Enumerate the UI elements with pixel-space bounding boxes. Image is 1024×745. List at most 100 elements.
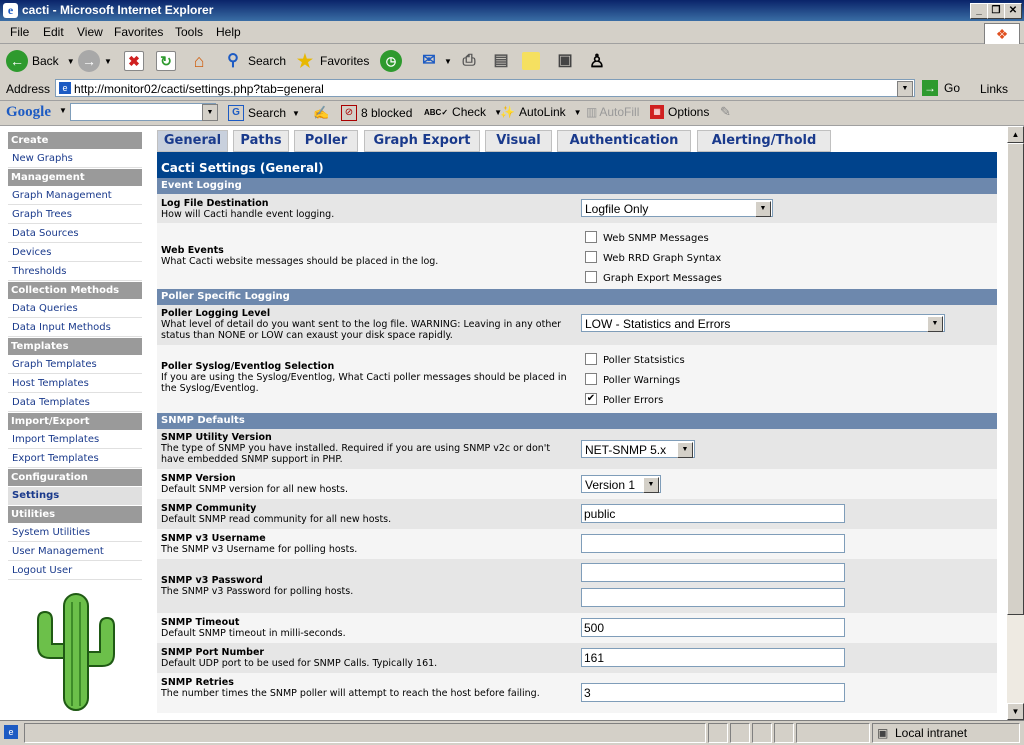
- sidebar-item-user-management[interactable]: User Management: [8, 543, 142, 561]
- snmp-version-select[interactable]: Version 1 ▼: [581, 475, 661, 493]
- tab-general[interactable]: General: [157, 130, 228, 152]
- tab-alerting-thold[interactable]: Alerting/Thold: [697, 130, 831, 152]
- sidebar-item-new-graphs[interactable]: New Graphs: [8, 150, 142, 168]
- google-search-button[interactable]: G Search ▼: [228, 105, 300, 121]
- spellcheck-button[interactable]: ABC✓ Check ▼: [424, 105, 502, 119]
- menu-tools[interactable]: Tools: [175, 25, 203, 39]
- menu-view[interactable]: View: [77, 25, 103, 39]
- sidebar-item-data-queries[interactable]: Data Queries: [8, 300, 142, 318]
- snmp-timeout-input[interactable]: 500: [581, 618, 845, 637]
- chevron-down-icon[interactable]: ▼: [59, 106, 67, 115]
- snmp-v3-username-input[interactable]: [581, 534, 845, 553]
- poller-statistics-checkbox[interactable]: Poller Statsistics: [581, 351, 841, 371]
- snmp-retries-input[interactable]: 3: [581, 683, 845, 702]
- graph-export-messages-checkbox[interactable]: Graph Export Messages: [581, 269, 841, 289]
- sidebar-item-export-templates[interactable]: Export Templates: [8, 450, 142, 468]
- snmp-port-input[interactable]: 161: [581, 648, 845, 667]
- sidebar-item-graph-management[interactable]: Graph Management: [8, 187, 142, 205]
- news-icon[interactable]: ✍: [313, 105, 329, 121]
- scroll-down-button[interactable]: ▼: [1007, 703, 1024, 720]
- google-search-dropdown[interactable]: ▼: [202, 104, 218, 121]
- sidebar-item-thresholds[interactable]: Thresholds: [8, 263, 142, 281]
- links-button[interactable]: Links: [980, 82, 1008, 96]
- refresh-button[interactable]: ↻: [156, 49, 180, 73]
- sidebar-item-graph-templates[interactable]: Graph Templates: [8, 356, 142, 374]
- chevron-down-icon: ▼: [444, 56, 452, 66]
- snmp-v3-password-confirm-input[interactable]: [581, 588, 845, 607]
- history-button[interactable]: ◷: [380, 49, 406, 73]
- poller-warnings-checkbox[interactable]: Poller Warnings: [581, 371, 841, 391]
- setting-title: SNMP Timeout: [161, 617, 240, 628]
- mail-icon: ✉: [422, 52, 436, 69]
- tab-paths[interactable]: Paths: [233, 130, 289, 152]
- home-button[interactable]: ⌂: [188, 49, 214, 73]
- autolink-button[interactable]: ✨ AutoLink ▼: [500, 105, 582, 119]
- pencil-icon[interactable]: ✎: [720, 104, 731, 120]
- search-icon: ⚲: [227, 52, 239, 69]
- google-logo[interactable]: Google: [6, 104, 51, 121]
- tab-visual[interactable]: Visual: [485, 130, 552, 152]
- stop-button[interactable]: ✖: [124, 49, 148, 73]
- sidebar-item-settings[interactable]: Settings: [8, 487, 142, 505]
- menu-help[interactable]: Help: [216, 25, 241, 39]
- menu-favorites[interactable]: Favorites: [114, 25, 163, 39]
- sidebar-item-data-input-methods[interactable]: Data Input Methods: [8, 319, 142, 337]
- log-destination-select[interactable]: Logfile Only ▼: [581, 199, 773, 217]
- cacti-logo: [37, 593, 115, 711]
- sidebar-item-graph-trees[interactable]: Graph Trees: [8, 206, 142, 224]
- back-button[interactable]: ← Back ▼: [6, 49, 75, 73]
- sidebar-heading-configuration: Configuration: [8, 469, 142, 486]
- research-button[interactable]: ▣: [554, 49, 580, 73]
- sidebar-item-import-templates[interactable]: Import Templates: [8, 431, 142, 449]
- sidebar-item-data-templates[interactable]: Data Templates: [8, 394, 142, 412]
- vertical-scrollbar[interactable]: ▲ ▼: [1007, 126, 1024, 720]
- mail-button[interactable]: ✉ ▼: [418, 49, 452, 73]
- setting-title: Log File Destination: [161, 198, 269, 209]
- tab-graph-export[interactable]: Graph Export: [364, 130, 480, 152]
- edit-button[interactable]: ▤: [490, 49, 516, 73]
- google-search-input[interactable]: [70, 103, 216, 121]
- favorites-button[interactable]: ★ Favorites: [294, 49, 369, 73]
- status-pane: [796, 723, 870, 743]
- sidebar-menu: Create New Graphs Management Graph Manag…: [8, 132, 142, 581]
- snmp-v3-password-input[interactable]: [581, 563, 845, 582]
- web-rrd-checkbox[interactable]: Web RRD Graph Syntax: [581, 249, 841, 269]
- research-icon: ▣: [557, 52, 573, 69]
- title-bar: e cacti - Microsoft Internet Explorer _ …: [0, 0, 1024, 21]
- menu-edit[interactable]: Edit: [43, 25, 64, 39]
- poller-errors-checkbox[interactable]: ✔ Poller Errors: [581, 391, 841, 411]
- snmp-community-input[interactable]: public: [581, 504, 845, 523]
- close-button[interactable]: ✕: [1004, 3, 1022, 19]
- sidebar-item-host-templates[interactable]: Host Templates: [8, 375, 142, 393]
- setting-description: The number times the SNMP poller will at…: [161, 688, 540, 699]
- scrollbar-thumb[interactable]: [1007, 143, 1024, 615]
- options-button[interactable]: ▦ Options: [650, 105, 709, 119]
- address-dropdown-button[interactable]: ▼: [897, 81, 913, 97]
- sidebar-item-logout[interactable]: Logout User: [8, 562, 142, 580]
- web-snmp-checkbox[interactable]: Web SNMP Messages: [581, 229, 841, 249]
- forward-button[interactable]: → ▼: [78, 49, 112, 73]
- setting-poller-logging-level: Poller Logging Level What level of detai…: [157, 305, 997, 345]
- scroll-up-button[interactable]: ▲: [1007, 126, 1024, 143]
- address-input[interactable]: e http://monitor02/cacti/settings.php?ta…: [55, 79, 915, 97]
- snmp-utility-version-select[interactable]: NET-SNMP 5.x ▼: [581, 440, 695, 458]
- minimize-button[interactable]: _: [970, 3, 988, 19]
- tab-poller[interactable]: Poller: [294, 130, 358, 152]
- setting-title: Poller Logging Level: [161, 308, 271, 319]
- popup-blocker-button[interactable]: ⊘ 8 blocked: [341, 105, 412, 121]
- poller-logging-level-select[interactable]: LOW - Statistics and Errors ▼: [581, 314, 945, 332]
- go-button[interactable]: → Go: [922, 80, 960, 96]
- menu-file[interactable]: File: [10, 25, 29, 39]
- sidebar-item-data-sources[interactable]: Data Sources: [8, 225, 142, 243]
- search-button[interactable]: ⚲ Search: [222, 49, 286, 73]
- back-arrow-icon: ←: [6, 50, 28, 72]
- window-title: cacti - Microsoft Internet Explorer: [22, 3, 214, 17]
- discuss-button[interactable]: [522, 49, 544, 73]
- tab-authentication[interactable]: Authentication: [557, 130, 691, 152]
- messenger-button[interactable]: ♙: [586, 49, 612, 73]
- sidebar-item-devices[interactable]: Devices: [8, 244, 142, 262]
- autofill-button[interactable]: ▥ AutoFill: [586, 105, 639, 119]
- restore-button[interactable]: ❐: [987, 3, 1005, 19]
- print-button[interactable]: ⎙: [458, 49, 484, 73]
- sidebar-item-system-utilities[interactable]: System Utilities: [8, 524, 142, 542]
